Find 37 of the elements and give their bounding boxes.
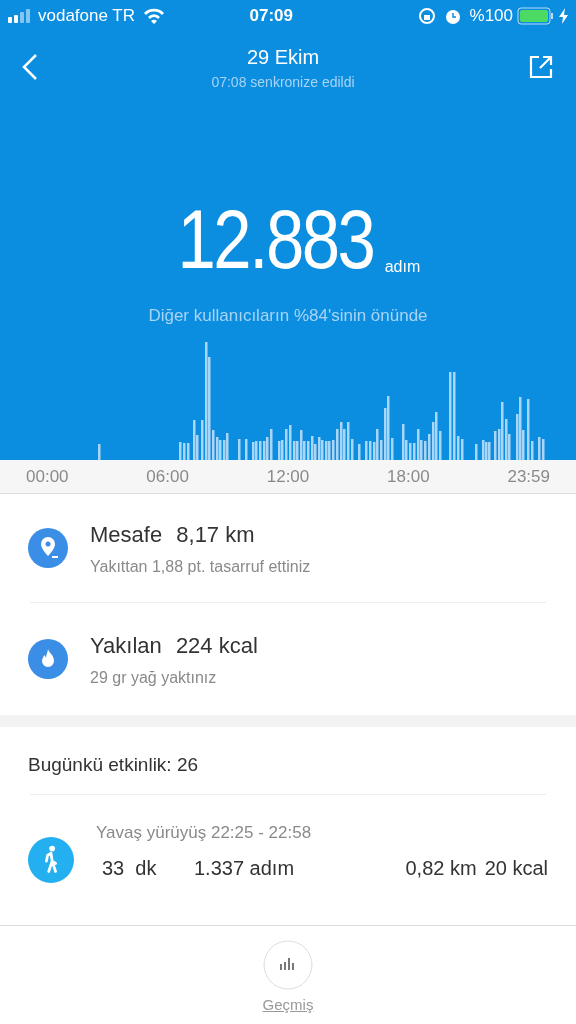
history-tab[interactable]: Geçmiş: [262, 939, 314, 1016]
ranking-note: Diğer kullanıcıların %84'sinin önünde: [147, 305, 429, 327]
battery-icon: [517, 7, 555, 25]
sync-status: 07:08 senkronize edildi: [211, 72, 355, 92]
activity-distance: 0,82 km: [405, 856, 477, 882]
metric-value: 224 kcal: [175, 632, 258, 658]
walking-person-icon: [28, 836, 74, 883]
location-pin-icon: [28, 528, 68, 568]
metric-label: Yakılan: [90, 632, 162, 658]
metric-detail: 29 gr yağ yaktınız: [90, 667, 218, 688]
activity-heading: Bugünkü etkinlik: 26: [27, 753, 200, 777]
activity-duration: 33 dk: [101, 856, 158, 882]
flame-icon: [28, 639, 68, 679]
activity-steps: 1.337 adım: [194, 853, 295, 884]
axis-label: 23:59: [507, 465, 550, 488]
metric-label: Mesafe: [90, 521, 163, 547]
charging-icon: [559, 8, 568, 24]
step-unit: adım: [384, 257, 421, 277]
activity-calories: 20 kcal: [484, 856, 548, 882]
carrier-name: vodafone TR: [38, 5, 136, 28]
alarm-icon: [443, 7, 462, 25]
share-icon[interactable]: [528, 54, 554, 80]
battery-percent: %100: [469, 5, 513, 28]
rotation-lock-icon: [417, 7, 436, 25]
metric-value: 8,17 km: [176, 521, 255, 547]
header-title: 29 Ekim: [245, 44, 321, 70]
back-icon[interactable]: [22, 54, 38, 80]
axis-label: 06:00: [146, 465, 189, 488]
metric-detail: Yakıttan 1,88 pt. tasarruf ettiniz: [90, 556, 311, 577]
status-time: 07:09: [249, 5, 294, 28]
bar-chart-icon: [263, 939, 313, 990]
step-count: 12.883: [177, 197, 374, 281]
axis-label: 18:00: [387, 465, 430, 488]
axis-label: 00:00: [26, 465, 69, 488]
axis-label: 12:00: [266, 465, 310, 488]
wifi-icon: [143, 8, 166, 24]
activity-title: Yavaş yürüyüş 22:25 - 22:58: [96, 821, 313, 844]
